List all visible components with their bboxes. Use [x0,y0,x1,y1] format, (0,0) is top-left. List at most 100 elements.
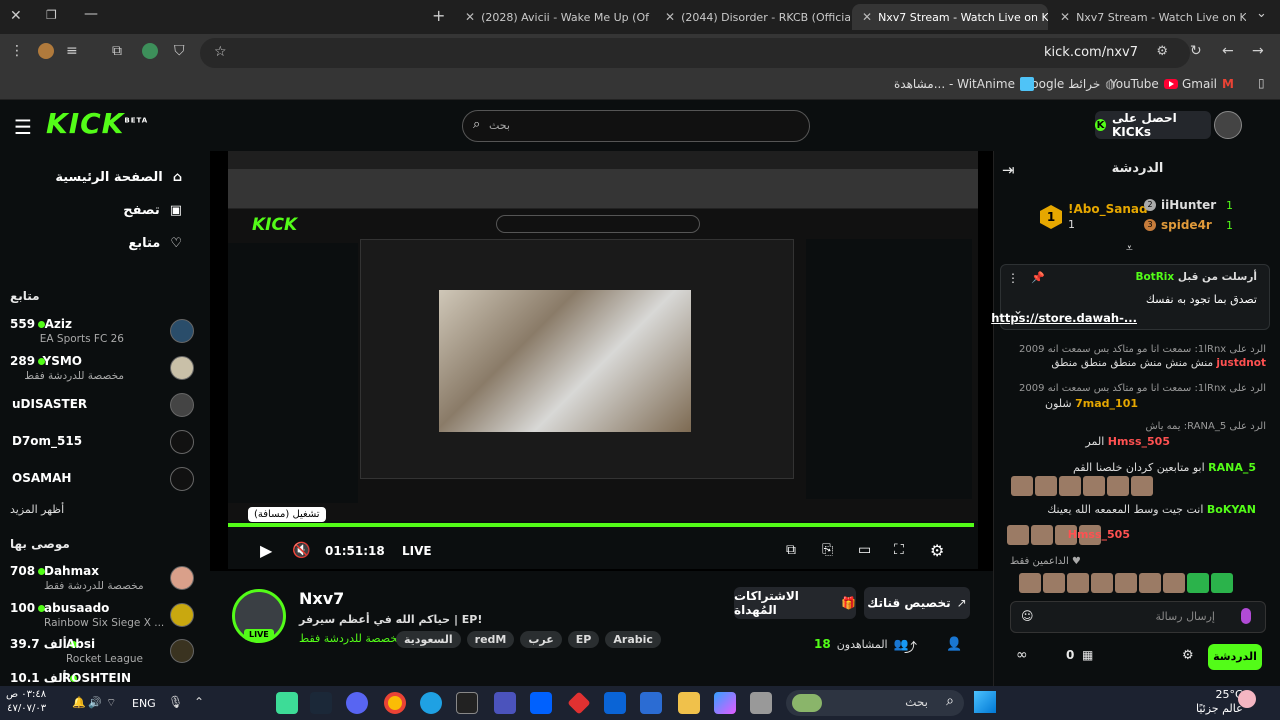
clock[interactable]: ٠٣:٤٨ ص ٤٧/٠٧/٠٣ [6,688,46,716]
supporter-avatar[interactable] [1211,573,1233,593]
send-chat-button[interactable]: الدردشة [1208,644,1262,670]
channel-d7om[interactable]: D7om_515 [0,430,210,468]
chat-settings-icon[interactable]: ⚙ [1182,648,1194,663]
share-icon[interactable]: ⤴ [904,637,917,656]
progress-bar[interactable] [228,523,974,527]
tab-nxv7-active[interactable]: ✕ Nxv7 Stream - Watch Live on K K [852,4,1048,30]
follow-icon[interactable]: 👤 [946,637,962,652]
leader-name[interactable]: iiHunter [1161,198,1216,212]
leader-name[interactable]: spide4r [1161,218,1212,232]
tag[interactable]: EP [567,631,600,648]
channel-osamah[interactable]: OSAMAH [0,467,210,505]
extension-icon[interactable] [38,43,54,59]
chat-username[interactable]: justdnot [1216,357,1266,369]
outlook-icon[interactable] [604,692,626,714]
tag[interactable]: Arabic [605,631,661,648]
app-red-icon[interactable] [567,691,591,715]
sidebar-item-browse[interactable]: تصفح ▣ [0,196,200,224]
chrome-icon[interactable] [384,692,406,714]
search-input[interactable]: ⌕ بحث [462,110,810,142]
discord-icon[interactable] [346,692,368,714]
tag[interactable]: عرب [520,631,562,648]
tag[interactable]: redM [466,631,515,648]
volume-icon[interactable]: 🔊 [88,696,102,709]
mic-icon[interactable] [1241,608,1251,624]
pin-icon[interactable]: 📌 [1031,271,1045,284]
more-options-icon[interactable]: ⋮ [1007,271,1019,285]
supporter-avatar[interactable] [1091,573,1113,593]
chat-username[interactable]: Hmss_505 [1108,435,1170,448]
tag[interactable]: السعودية [396,631,461,648]
chat-username[interactable]: BoKYAN [1207,503,1256,516]
bookmark-star-icon[interactable]: ☆ [214,44,227,60]
supporter-avatar[interactable] [1139,573,1161,593]
steam-icon[interactable] [310,692,332,714]
channel-points-icon[interactable]: ▦ [1082,648,1093,662]
pinned-user[interactable]: BotRix [1135,271,1174,283]
channel-ysmo[interactable]: 289 YSMO مخصصة للدردشة فقط [0,352,210,388]
channel-aziz[interactable]: 559 Aziz EA Sports FC 26 [0,315,210,351]
bookmark-youtube[interactable]: YouTube [1110,77,1178,91]
microphone-icon[interactable]: 🎙 [168,695,183,709]
bookmark-witanime[interactable]: مشاهدة... - WitAnime [894,77,1034,91]
chevron-down-icon[interactable]: ⌄ [1013,303,1023,317]
theater-icon[interactable]: ▭ [858,542,871,558]
copilot-icon[interactable] [714,692,736,714]
more-bookmarks-icon[interactable]: ▯ [1258,76,1265,90]
supporter-avatar[interactable] [1043,573,1065,593]
leader-name[interactable]: !Abo_Sanad [1068,202,1148,216]
tab-search-icon[interactable]: ⌄ [1256,6,1267,21]
tab-disorder[interactable]: ✕ (2044) Disorder - RKCB (Official [655,4,850,30]
extension-badge-icon[interactable] [142,43,158,59]
customize-channel-button[interactable]: تخصيص قناتك ↗ [864,587,970,619]
chat-username[interactable]: 7mad_101 [1075,397,1138,410]
supporter-avatar[interactable] [1187,573,1209,593]
sidebar-item-following[interactable]: متابع ♡ [0,229,200,257]
new-tab-button[interactable]: + [432,6,445,25]
close-tab-icon[interactable]: ✕ [465,10,475,24]
supporter-avatar[interactable] [1067,573,1089,593]
chat-input[interactable]: ☺ إرسال رسالة [1010,601,1266,633]
edge-icon[interactable] [420,692,442,714]
close-window-icon[interactable]: ✕ [10,8,22,24]
minimize-window-icon[interactable]: — [84,6,98,22]
tray-chevron-icon[interactable]: ⌃ [194,695,204,709]
bookmark-maps[interactable]: Google خرائط ◍ [1022,77,1116,91]
supporter-avatar[interactable] [1115,573,1137,593]
clip-icon[interactable]: ⎘ [822,542,833,558]
infinity-icon[interactable]: ∞ [1016,647,1028,663]
mute-icon[interactable]: 🔇 [292,541,311,559]
address-bar[interactable]: ☆ kick.com/nxv7 ⚙ [200,38,1190,68]
task-view-icon[interactable] [750,692,772,714]
user-avatar[interactable] [1214,111,1242,139]
fullscreen-icon[interactable]: ⛶ [894,542,904,558]
dropbox-icon[interactable] [530,692,552,714]
close-tab-icon[interactable]: ✕ [665,10,675,24]
kick-logo[interactable]: KICKBETA [46,107,148,140]
file-explorer-icon[interactable] [678,692,700,714]
tab-avicii[interactable]: ✕ (2028) Avicii - Wake Me Up (Of [455,4,650,30]
chat-username[interactable]: Hmss_505 [1068,528,1130,541]
close-tab-icon[interactable]: ✕ [1060,10,1070,24]
supporter-avatar[interactable] [1163,573,1185,593]
media-control-icon[interactable]: ≡ [66,43,78,59]
sidebar-item-home[interactable]: الصفحة الرئيسية ⌂ [0,163,200,191]
get-kicks-button[interactable]: K احصل على KICKs [1095,111,1211,139]
channel-udisaster[interactable]: uDISASTER [0,393,210,431]
supporter-avatar[interactable] [1019,573,1041,593]
wifi-icon[interactable]: ⌔ [106,696,116,710]
hamburger-menu-icon[interactable]: ☰ [14,115,32,139]
show-more-link[interactable]: أظهر المزيد [10,503,64,516]
notifications-icon[interactable]: 🔔 [72,696,86,709]
app-icon[interactable] [276,692,298,714]
channel-dahmax[interactable]: 708 Dahmax مخصصة للدردشة فقط [0,562,210,598]
shield-icon[interactable]: ⛉ [174,43,185,59]
gift-subs-button[interactable]: الاشتراكات المُهداة 🎁 [734,587,856,619]
weather-widget[interactable]: 25°C عالم جزئيًا [1196,688,1243,716]
pip-icon[interactable]: ⧉ [786,542,796,558]
video-player[interactable]: KICK تشغيل (مسافة) ▶ 🔇 01:51:18 LIVE ⧉ ⎘… [210,151,993,571]
teams-icon[interactable] [494,692,516,714]
leaderboard-toggle-icon[interactable]: ⩡ [1126,241,1133,256]
menu-dots-icon[interactable]: ⋮ [10,43,24,59]
emoji-icon[interactable]: ☺ [1021,609,1034,623]
